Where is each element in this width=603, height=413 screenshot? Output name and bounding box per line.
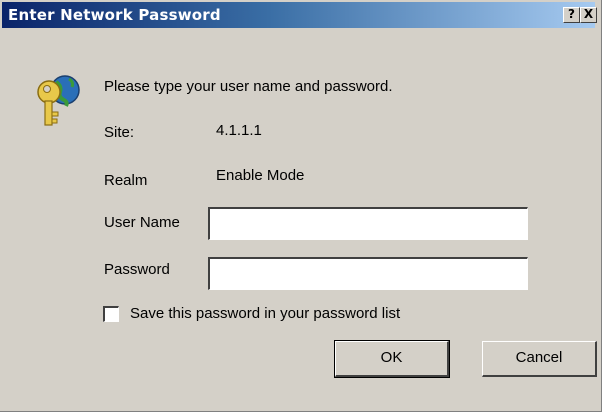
user-name-input[interactable] <box>208 207 528 240</box>
dialog-title: Enter Network Password <box>8 6 221 24</box>
save-password-label[interactable]: Save this password in your password list <box>130 305 400 322</box>
ok-button-label: OK <box>380 349 403 366</box>
close-button[interactable]: X <box>580 7 597 23</box>
cancel-button-label: Cancel <box>515 349 563 366</box>
help-icon: ? <box>568 7 575 21</box>
realm-label: Realm <box>104 172 148 189</box>
network-password-dialog: Enter Network Password ? X Please type y… <box>0 0 602 412</box>
password-label: Password <box>104 261 170 278</box>
help-button[interactable]: ? <box>563 7 580 23</box>
close-icon: X <box>583 7 594 21</box>
prompt-text: Please type your user name and password. <box>104 78 393 95</box>
save-password-checkbox[interactable] <box>103 306 119 322</box>
title-bar[interactable]: Enter Network Password ? X <box>2 2 597 28</box>
ok-button[interactable]: OK <box>334 340 450 378</box>
key-icon <box>37 75 80 126</box>
password-input[interactable] <box>208 257 528 290</box>
cancel-button[interactable]: Cancel <box>482 341 597 377</box>
site-label: Site: <box>104 124 135 141</box>
site-value: 4.1.1.1 <box>216 122 262 139</box>
realm-value: Enable Mode <box>216 167 305 184</box>
user-name-label: User Name <box>104 214 180 231</box>
